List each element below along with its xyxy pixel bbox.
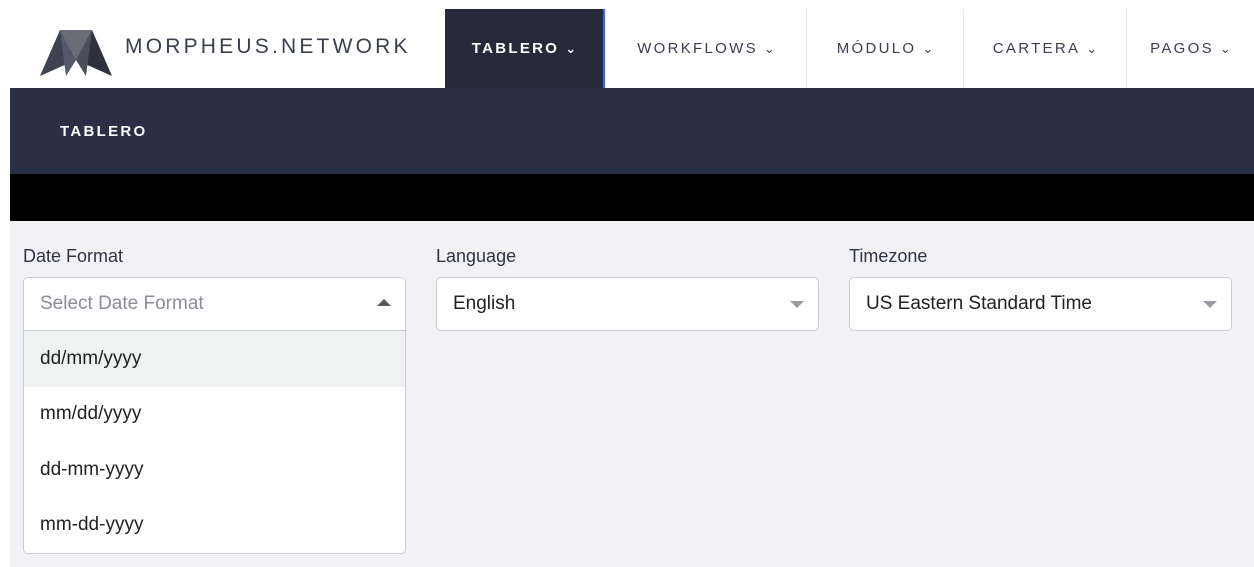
chevron-down-icon: ⌄ bbox=[1086, 40, 1098, 56]
caret-up-icon bbox=[377, 299, 391, 306]
chevron-down-icon: ⌄ bbox=[763, 40, 775, 56]
nav-item-pagos[interactable]: PAGOS ⌄ bbox=[1126, 9, 1254, 88]
nav-item-modulo[interactable]: MÓDULO ⌄ bbox=[806, 9, 963, 88]
timezone-label: Timezone bbox=[849, 246, 928, 266]
timezone-select[interactable]: US Eastern Standard Time bbox=[849, 277, 1232, 331]
morpheus-logo-icon[interactable] bbox=[40, 24, 112, 76]
nav-item-label: TABLERO bbox=[471, 40, 560, 57]
language-label: Language bbox=[436, 246, 517, 266]
date-format-option[interactable]: mm-dd-yyyy bbox=[24, 498, 405, 554]
timezone-value: US Eastern Standard Time bbox=[866, 293, 1092, 314]
main-nav: TABLERO ⌄ WORKFLOWS ⌄ MÓDULO ⌄ CARTERA ⌄… bbox=[445, 9, 1254, 88]
date-format-label: Date Format bbox=[23, 246, 124, 266]
date-format-dropdown: dd/mm/yyyy mm/dd/yyyy dd-mm-yyyy mm-dd-y… bbox=[23, 331, 406, 554]
brand-name[interactable]: MORPHEUS.NETWORK bbox=[125, 35, 411, 59]
nav-item-workflows[interactable]: WORKFLOWS ⌄ bbox=[605, 9, 806, 88]
nav-item-cartera[interactable]: CARTERA ⌄ bbox=[963, 9, 1126, 88]
nav-item-label: WORKFLOWS bbox=[637, 40, 758, 57]
header-divider-band bbox=[10, 174, 1254, 221]
page-title: TABLERO bbox=[60, 123, 148, 140]
nav-item-label: CARTERA bbox=[992, 40, 1081, 57]
chevron-down-icon: ⌄ bbox=[1219, 40, 1231, 56]
top-navigation-bar: MORPHEUS.NETWORK TABLERO ⌄ WORKFLOWS ⌄ M… bbox=[0, 0, 1254, 88]
caret-down-icon bbox=[1203, 301, 1217, 308]
chevron-down-icon: ⌄ bbox=[922, 40, 934, 56]
chevron-down-icon: ⌄ bbox=[565, 40, 577, 56]
nav-item-tablero[interactable]: TABLERO ⌄ bbox=[445, 9, 605, 88]
date-format-option[interactable]: dd-mm-yyyy bbox=[24, 442, 405, 498]
caret-down-icon bbox=[790, 301, 804, 308]
nav-item-label: PAGOS bbox=[1150, 40, 1214, 57]
date-format-select[interactable]: Select Date Format bbox=[23, 277, 406, 331]
page-header: TABLERO bbox=[10, 88, 1254, 174]
date-format-placeholder: Select Date Format bbox=[40, 293, 204, 314]
date-format-option[interactable]: dd/mm/yyyy bbox=[24, 331, 405, 387]
language-select[interactable]: English bbox=[436, 277, 819, 331]
language-value: English bbox=[453, 293, 516, 314]
nav-item-label: MÓDULO bbox=[836, 40, 917, 57]
date-format-option[interactable]: mm/dd/yyyy bbox=[24, 387, 405, 443]
